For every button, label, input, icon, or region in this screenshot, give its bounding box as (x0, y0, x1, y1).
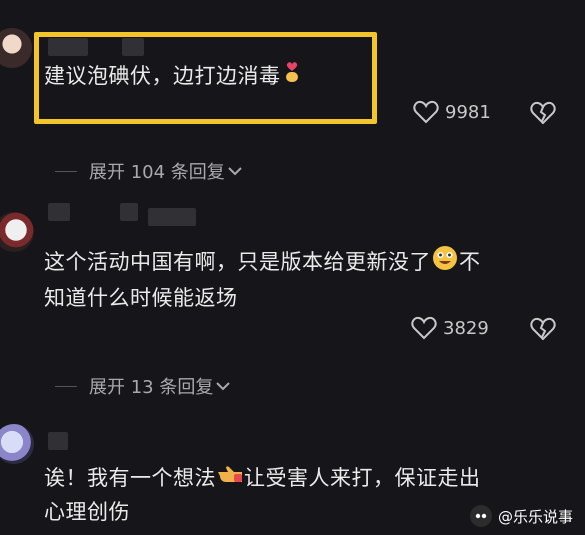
dislike-button[interactable] (530, 317, 556, 345)
avatar[interactable] (0, 424, 34, 464)
expand-replies[interactable]: 展开 104 条回复 (55, 158, 243, 184)
comment-text: 建议泡碘伏，边打边消毒 (44, 60, 564, 94)
divider (55, 385, 77, 387)
comment-text: 这个活动中国有啊，只是版本给更新没了 不 知道什么时候能返场 (44, 244, 564, 315)
heart-icon (411, 316, 437, 340)
username-redacted (120, 203, 138, 221)
broken-heart-icon (530, 101, 556, 125)
chevron-down-icon (228, 167, 242, 176)
dislike-button[interactable] (530, 101, 556, 129)
expand-replies-label: 展开 104 条回复 (89, 162, 225, 183)
watermark-text: @乐乐说事 (497, 507, 573, 526)
expand-replies[interactable]: 展开 13 条回复 (55, 373, 231, 399)
finger-heart-emoji (281, 60, 303, 94)
like-count: 9981 (445, 101, 491, 123)
like-button[interactable]: 3829 (411, 316, 489, 340)
toutiao-logo-icon (469, 505, 492, 527)
watermark: @乐乐说事 (469, 505, 573, 527)
grin-emoji (431, 244, 459, 282)
username-redacted[interactable] (48, 203, 70, 221)
expand-replies-label: 展开 13 条回复 (89, 377, 214, 398)
avatar[interactable] (0, 28, 32, 68)
username-redacted (148, 208, 196, 226)
like-count: 3829 (443, 317, 489, 339)
divider (55, 170, 77, 172)
username-redacted[interactable] (48, 432, 68, 450)
heart-icon (413, 100, 439, 124)
broken-heart-icon (530, 317, 556, 341)
pointing-hand-emoji (216, 462, 244, 496)
chevron-down-icon (216, 382, 231, 391)
avatar[interactable] (0, 212, 34, 252)
like-button[interactable]: 9981 (413, 100, 491, 124)
